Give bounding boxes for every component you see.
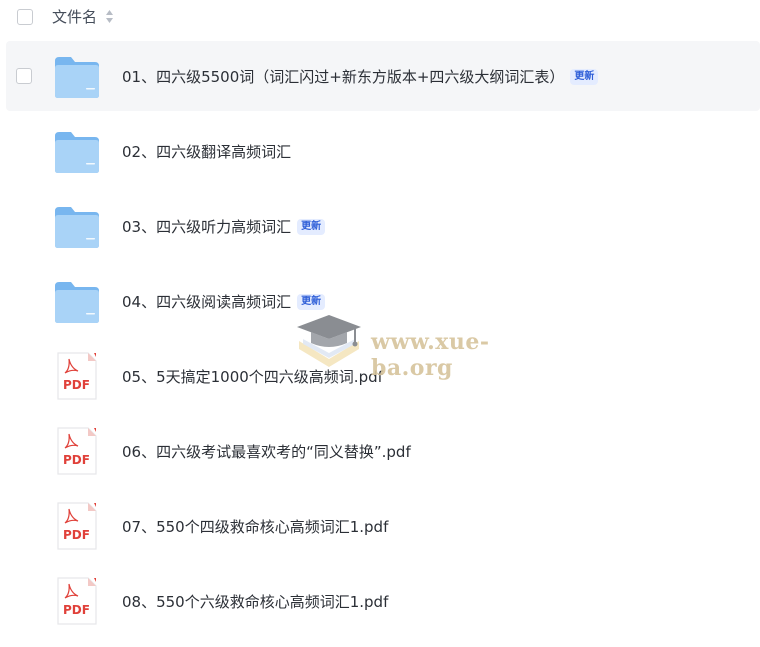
- pdf-file-icon: PDF: [57, 352, 97, 400]
- pdf-icon-label: PDF: [63, 378, 90, 392]
- file-name[interactable]: 04、四六级阅读高频词汇: [122, 291, 291, 313]
- file-name[interactable]: 08、550个六级救命核心高频词汇1.pdf: [122, 591, 388, 613]
- folder-icon: [55, 57, 99, 98]
- file-name-wrap: 04、四六级阅读高频词汇 更新: [122, 291, 326, 313]
- file-list-page: 文件名 01、四六级5500词（词汇闪过+新东方版本+四六级大纲词汇表） 更新 0…: [0, 0, 760, 647]
- pdf-file-icon: PDF: [57, 577, 97, 625]
- folder-icon: [55, 207, 99, 248]
- file-name-wrap: 05、5天搞定1000个四六级高频词.pdf: [122, 366, 383, 388]
- file-name[interactable]: 03、四六级听力高频词汇: [122, 216, 291, 238]
- row-checkbox[interactable]: [16, 68, 32, 84]
- pdf-icon-label: PDF: [63, 603, 90, 617]
- file-row[interactable]: 03、四六级听力高频词汇 更新: [6, 191, 760, 261]
- file-row[interactable]: 01、四六级5500词（词汇闪过+新东方版本+四六级大纲词汇表） 更新: [6, 41, 760, 111]
- file-name[interactable]: 06、四六级考试最喜欢考的“同义替换”.pdf: [122, 441, 411, 463]
- file-name[interactable]: 01、四六级5500词（词汇闪过+新东方版本+四六级大纲词汇表）: [122, 66, 564, 88]
- file-name-wrap: 01、四六级5500词（词汇闪过+新东方版本+四六级大纲词汇表） 更新: [122, 66, 599, 88]
- file-name[interactable]: 02、四六级翻译高频词汇: [122, 141, 291, 163]
- file-name-wrap: 06、四六级考试最喜欢考的“同义替换”.pdf: [122, 441, 411, 463]
- pdf-icon-label: PDF: [63, 453, 90, 467]
- file-row[interactable]: PDF 06、四六级考试最喜欢考的“同义替换”.pdf: [6, 416, 760, 486]
- folder-icon: [55, 132, 99, 173]
- update-badge: 更新: [570, 69, 599, 85]
- file-row[interactable]: PDF 05、5天搞定1000个四六级高频词.pdf: [6, 341, 760, 411]
- folder-icon: [55, 282, 99, 323]
- column-header-filename[interactable]: 文件名: [52, 7, 97, 27]
- sort-icon[interactable]: [105, 9, 114, 24]
- file-row[interactable]: PDF 08、550个六级救命核心高频词汇1.pdf: [6, 566, 760, 636]
- pdf-file-icon: PDF: [57, 502, 97, 550]
- pdf-icon-label: PDF: [63, 528, 90, 542]
- file-name[interactable]: 07、550个四级救命核心高频词汇1.pdf: [122, 516, 388, 538]
- file-row[interactable]: 02、四六级翻译高频词汇: [6, 116, 760, 186]
- file-name-wrap: 07、550个四级救命核心高频词汇1.pdf: [122, 516, 388, 538]
- update-badge: 更新: [297, 219, 326, 235]
- select-all-checkbox[interactable]: [17, 9, 33, 25]
- file-name-wrap: 03、四六级听力高频词汇 更新: [122, 216, 326, 238]
- file-row[interactable]: PDF 07、550个四级救命核心高频词汇1.pdf: [6, 491, 760, 561]
- file-name-wrap: 02、四六级翻译高频词汇: [122, 141, 291, 163]
- file-name[interactable]: 05、5天搞定1000个四六级高频词.pdf: [122, 366, 383, 388]
- file-name-wrap: 08、550个六级救命核心高频词汇1.pdf: [122, 591, 388, 613]
- pdf-file-icon: PDF: [57, 427, 97, 475]
- update-badge: 更新: [297, 294, 326, 310]
- file-list-header: 文件名: [0, 0, 760, 36]
- file-row[interactable]: 04、四六级阅读高频词汇 更新: [6, 266, 760, 336]
